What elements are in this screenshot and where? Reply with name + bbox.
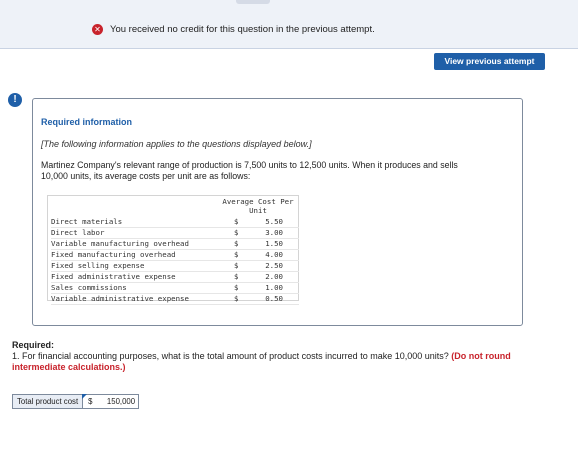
cost-label: Sales commissions [51,283,127,292]
cost-label: Fixed selling expense [51,261,145,270]
cost-label: Fixed administrative expense [51,272,176,281]
cost-label: Variable administrative expense [51,294,189,303]
cost-column-header: Average Cost Per Unit [222,197,294,215]
table-row: Fixed selling expense $ 2.50 [51,261,299,272]
answer-row: Total product cost $ 150,000 [12,394,140,409]
total-product-cost-label: Total product cost [12,394,84,409]
alert-icon: ! [8,93,22,107]
cost-value: 1.50 [265,239,283,248]
question-text: 1. For financial accounting purposes, wh… [12,351,552,373]
required-information-title: Required information [41,117,133,127]
cost-value: 1.00 [265,283,283,292]
cost-currency: $ [234,228,239,237]
cost-currency: $ [234,294,239,303]
required-heading: Required: [12,340,55,350]
cost-currency: $ [234,217,239,226]
table-row: Fixed administrative expense $ 2.00 [51,272,299,283]
table-row: Direct materials $ 5.50 [51,217,299,228]
table-row: Fixed manufacturing overhead $ 4.00 [51,250,299,261]
cost-value: 4.00 [265,250,283,259]
table-row: Variable manufacturing overhead $ 1.50 [51,239,299,250]
question-body: 1. For financial accounting purposes, wh… [12,351,449,361]
cost-value: 0.50 [265,294,283,303]
x-circle-icon: ✕ [92,23,103,35]
table-row: Variable administrative expense $ 0.50 [51,294,299,305]
total-product-cost-input[interactable]: $ 150,000 [82,394,140,409]
cost-label: Variable manufacturing overhead [51,239,189,248]
answer-value: 150,000 [106,397,136,406]
average-cost-table: Average Cost Per Unit Direct materials $… [47,195,299,305]
required-information-subtitle: [The following information applies to th… [41,139,312,149]
no-credit-message: You received no credit for this question… [110,23,375,35]
cost-value: 2.00 [265,272,283,281]
banner-tab [236,0,270,4]
cost-currency: $ [234,239,239,248]
cost-currency: $ [234,250,239,259]
no-credit-notice: ✕ You received no credit for this questi… [92,22,375,36]
required-information-panel: Required information [The following info… [32,98,523,326]
cost-currency: $ [234,261,239,270]
cost-value: 3.00 [265,228,283,237]
required-information-description: Martinez Company's relevant range of pro… [41,160,458,181]
cost-currency: $ [234,283,239,292]
cost-label: Fixed manufacturing overhead [51,250,176,259]
table-row: Direct labor $ 3.00 [51,228,299,239]
answer-flag-icon [82,394,88,399]
attempt-banner: ✕ You received no credit for this questi… [0,0,578,49]
cost-currency: $ [234,272,239,281]
cost-value: 2.50 [265,261,283,270]
cost-label: Direct materials [51,217,123,226]
answer-currency: $ [88,397,93,406]
cost-label: Direct labor [51,228,105,237]
cost-rows: Direct materials $ 5.50 Direct labor $ 3… [51,217,299,305]
view-previous-attempt-button[interactable]: View previous attempt [434,53,545,70]
cost-value: 5.50 [265,217,283,226]
table-row: Sales commissions $ 1.00 [51,283,299,294]
